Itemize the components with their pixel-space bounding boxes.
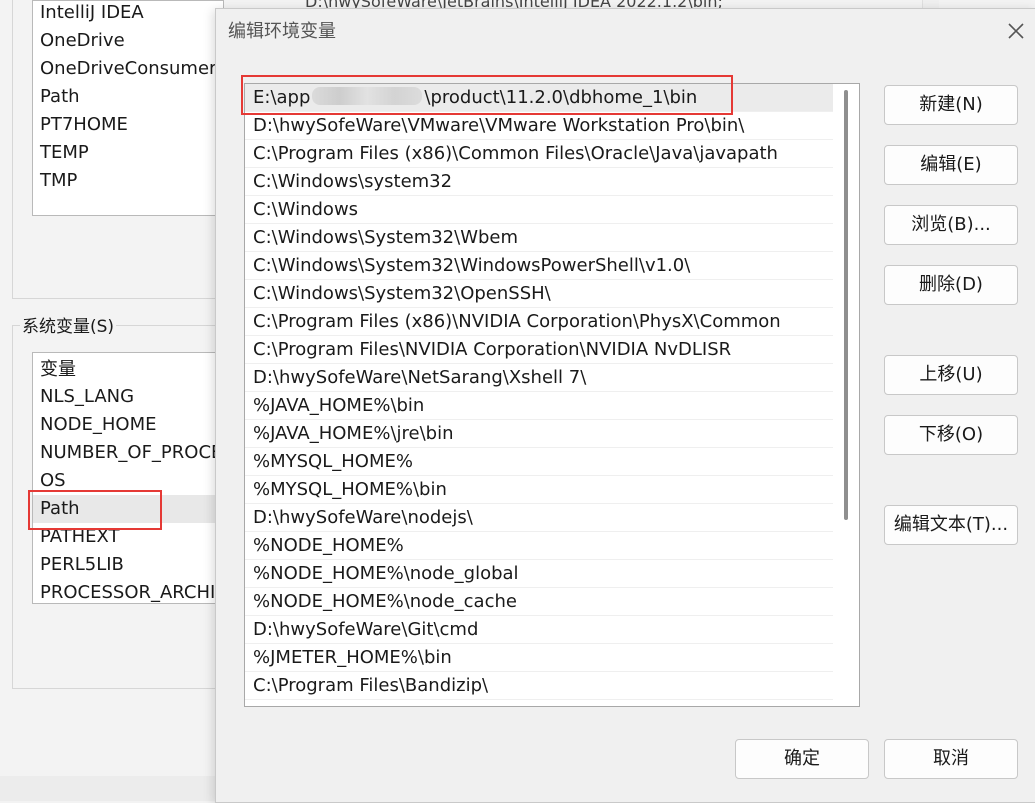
path-entry[interactable]: C:\Windows\system32 (245, 168, 833, 196)
user-var-row[interactable]: TEMP (33, 139, 223, 167)
path-entry[interactable]: C:\Windows\System32\OpenSSH\ (245, 280, 833, 308)
path-entry[interactable]: %MYSQL_HOME%\bin (245, 476, 833, 504)
path-entry[interactable]: D:\hwySofeWare\Git\cmd (245, 616, 833, 644)
system-var-row[interactable]: PERL5LIB (33, 551, 223, 579)
system-var-row[interactable]: NODE_HOME (33, 411, 223, 439)
path-entry[interactable]: C:\Windows\System32\Wbem (245, 224, 833, 252)
user-var-row[interactable]: OneDrive (33, 27, 223, 55)
system-var-row[interactable]: PROCESSOR_ARCHITECTURE (33, 579, 223, 603)
path-entries-list[interactable]: E:\app \product\11.2.0\dbhome_1\bin D:\hw… (244, 83, 860, 707)
path-entry[interactable]: %MYSQL_HOME% (245, 448, 833, 476)
system-var-row[interactable]: NUMBER_OF_PROCESSORS (33, 439, 223, 467)
path-entry[interactable]: C:\Windows\System32\WindowsPowerShell\v1… (245, 252, 833, 280)
dialog-title: 编辑环境变量 (228, 21, 336, 42)
delete-button[interactable]: 删除(D) (884, 265, 1018, 305)
path-entry[interactable]: C:\Windows (245, 196, 833, 224)
user-var-row[interactable]: IntelliJ IDEA (33, 1, 223, 27)
user-var-row[interactable]: TMP (33, 167, 223, 195)
path-list-scrollbar[interactable] (844, 90, 848, 520)
path-entry[interactable]: %NODE_HOME% (245, 532, 833, 560)
path-entry[interactable]: %JAVA_HOME%\jre\bin (245, 420, 833, 448)
path-entry[interactable]: %NODE_HOME%\node_cache (245, 588, 833, 616)
new-button[interactable]: 新建(N) (884, 85, 1018, 125)
path-entry[interactable]: D:\hwySofeWare\nodejs\ (245, 504, 833, 532)
user-var-row[interactable]: PT7HOME (33, 111, 223, 139)
path-entry[interactable]: C:\Program Files\Bandizip\ (245, 672, 833, 700)
path-entry[interactable]: D:\hwySofeWare\VMware\VMware Workstation… (245, 112, 833, 140)
system-var-row[interactable]: NLS_LANG (33, 383, 223, 411)
path-entry[interactable]: %JMETER_HOME%\bin (245, 644, 833, 672)
path-entry[interactable]: C:\Program Files (x86)\NVIDIA Corporatio… (245, 308, 833, 336)
close-button[interactable] (1004, 19, 1028, 43)
first-entry-highlight-box (241, 75, 733, 115)
system-vars-column-header[interactable]: 变量 (33, 353, 223, 383)
system-variables-list[interactable]: 变量 NLS_LANG NODE_HOME NUMBER_OF_PROCESSO… (32, 352, 224, 604)
background-bottom-area (0, 776, 215, 801)
browse-button[interactable]: 浏览(B)... (884, 205, 1018, 245)
edit-environment-variable-dialog: 编辑环境变量 E:\app \product\11.2.0\dbhome_1\bi… (215, 8, 1035, 803)
user-variables-list[interactable]: IntelliJ IDEA OneDrive OneDriveConsumer … (32, 0, 224, 216)
path-entry[interactable]: C:\Program Files\NVIDIA Corporation\NVID… (245, 336, 833, 364)
path-entry[interactable]: D:\hwySofeWare\NetSarang\Xshell 7\ (245, 364, 833, 392)
user-var-row[interactable]: Path (33, 83, 223, 111)
move-up-button[interactable]: 上移(U) (884, 355, 1018, 395)
path-highlight-box (28, 490, 162, 530)
edit-button[interactable]: 编辑(E) (884, 145, 1018, 185)
ok-button[interactable]: 确定 (735, 739, 869, 779)
edit-text-button[interactable]: 编辑文本(T)... (884, 505, 1018, 545)
path-entry[interactable]: %JAVA_HOME%\bin (245, 392, 833, 420)
path-entry[interactable]: C:\Program Files (x86)\Common Files\Orac… (245, 140, 833, 168)
user-var-row[interactable]: OneDriveConsumer (33, 55, 223, 83)
cancel-button[interactable]: 取消 (884, 739, 1018, 779)
system-variables-label: 系统变量(S) (20, 314, 117, 340)
move-down-button[interactable]: 下移(O) (884, 415, 1018, 455)
close-icon (1008, 23, 1024, 39)
path-entry[interactable]: %NODE_HOME%\node_global (245, 560, 833, 588)
